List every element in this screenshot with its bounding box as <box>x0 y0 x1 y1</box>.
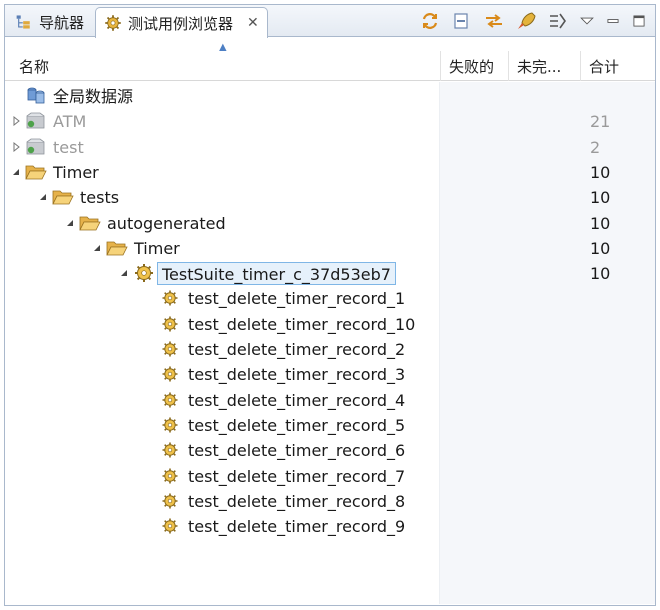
test-case-browser-view: 导航器 测试用例浏览器 ✕ ▲ 名称 失败的 未完... 合计 全局数据源 AT… <box>4 4 656 606</box>
tree-row[interactable]: 全局数据源 <box>5 84 655 109</box>
collapsed-twisty-icon[interactable] <box>11 116 21 127</box>
total-cell: 10 <box>590 238 611 258</box>
column-header-unfinished[interactable]: 未完... <box>508 51 580 81</box>
folder-open-icon <box>52 190 74 205</box>
tree-item-label: test_delete_timer_record_5 <box>188 415 406 435</box>
test-case-gear-icon <box>162 518 178 534</box>
tree-item-label: test_delete_timer_record_10 <box>188 314 416 334</box>
refresh-icon[interactable] <box>419 10 441 32</box>
tree-item-label: autogenerated <box>107 213 226 233</box>
test-case-tree: 全局数据源 ATM 21 test 2 Timer 10 tests 10 autogenerat… <box>5 82 655 604</box>
tree-row[interactable]: test_delete_timer_record_9 <box>5 514 655 539</box>
tree-item-label: Timer <box>53 162 99 182</box>
tree-item-label: ATM <box>53 112 87 132</box>
total-cell: 10 <box>590 188 611 208</box>
rocket-icon[interactable] <box>515 10 537 32</box>
navigator-tree-icon <box>16 15 30 29</box>
filter-icon[interactable] <box>547 10 569 32</box>
tree-row[interactable]: test_delete_timer_record_7 <box>5 464 655 489</box>
column-header-name-label: 名称 <box>19 57 50 76</box>
test-case-gear-icon <box>162 442 178 458</box>
tree-row[interactable]: TestSuite_timer_c_37d53eb7 10 <box>5 261 655 286</box>
test-case-gear-icon <box>162 417 178 433</box>
tree-item-label: test_delete_timer_record_4 <box>188 390 406 410</box>
test-case-gear-icon <box>162 366 178 382</box>
total-cell: 10 <box>590 162 611 182</box>
test-case-gear-icon <box>162 493 178 509</box>
tree-item-label: test <box>53 137 84 157</box>
column-header-failed-label: 失败的 <box>449 57 495 76</box>
project-icon <box>26 112 45 129</box>
test-case-gear-icon <box>162 290 178 306</box>
test-case-gear-icon <box>162 468 178 483</box>
view-toolbar <box>419 9 647 33</box>
tab-test-case-browser-label: 测试用例浏览器 <box>128 14 234 33</box>
link-editor-icon[interactable] <box>483 10 505 32</box>
total-cell: 10 <box>590 264 611 284</box>
column-header-total[interactable]: 合计 <box>580 51 655 81</box>
tree-row[interactable]: test_delete_timer_record_6 <box>5 438 655 463</box>
column-header-failed[interactable]: 失败的 <box>440 51 508 81</box>
tree-item-label: test_delete_timer_record_9 <box>188 517 406 537</box>
folder-open-icon <box>79 216 101 230</box>
tree-table-header: 名称 失败的 未完... 合计 <box>5 51 655 81</box>
expanded-twisty-icon[interactable] <box>65 218 75 228</box>
tree-row[interactable]: test_delete_timer_record_10 <box>5 312 655 337</box>
total-cell: 21 <box>590 112 611 132</box>
tree-item-label: 全局数据源 <box>53 87 134 106</box>
tree-row[interactable]: Timer 10 <box>5 236 655 261</box>
data-source-icon <box>27 87 45 104</box>
tree-item-label: Timer <box>134 238 180 258</box>
tree-item-label: test_delete_timer_record_2 <box>188 340 406 359</box>
total-cell: 10 <box>590 213 611 233</box>
tree-row[interactable]: test_delete_timer_record_8 <box>5 489 655 514</box>
test-suite-gear-icon <box>135 264 153 283</box>
tree-item-label: test_delete_timer_record_7 <box>188 466 406 486</box>
tree-row[interactable]: test_delete_timer_record_5 <box>5 413 655 438</box>
tree-row[interactable]: autogenerated 10 <box>5 211 655 236</box>
column-header-total-label: 合计 <box>589 57 620 76</box>
tree-row[interactable]: test_delete_timer_record_3 <box>5 362 655 387</box>
tree-item-label: TestSuite_timer_c_37d53eb7 <box>157 262 396 286</box>
expanded-twisty-icon[interactable] <box>119 268 129 278</box>
minimize-icon[interactable] <box>605 10 621 32</box>
view-tab-bar: 导航器 测试用例浏览器 ✕ <box>5 5 655 38</box>
tree-item-label: test_delete_timer_record_3 <box>188 365 406 385</box>
tree-row[interactable]: test 2 <box>5 135 655 160</box>
tree-item-label: tests <box>80 188 120 208</box>
tree-item-label: test_delete_timer_record_6 <box>188 441 406 461</box>
tree-row[interactable]: Timer 10 <box>5 160 655 185</box>
folder-open-icon <box>25 165 47 180</box>
gear-icon <box>105 15 121 31</box>
collapsed-twisty-icon[interactable] <box>11 141 21 152</box>
tree-row[interactable]: tests 10 <box>5 185 655 210</box>
tree-item-label: test_delete_timer_record_1 <box>188 289 406 309</box>
tab-navigator-label: 导航器 <box>39 13 85 32</box>
close-icon[interactable]: ✕ <box>247 15 259 31</box>
tree-row[interactable]: test_delete_timer_record_2 <box>5 337 655 362</box>
view-menu-icon[interactable] <box>579 10 595 32</box>
maximize-icon[interactable] <box>631 10 647 32</box>
tree-item-label: test_delete_timer_record_8 <box>188 491 406 511</box>
tree-row[interactable]: test_delete_timer_record_4 <box>5 388 655 413</box>
total-cell: 2 <box>590 137 601 157</box>
column-header-unfinished-label: 未完... <box>517 57 562 76</box>
test-case-gear-icon <box>162 316 178 332</box>
expanded-twisty-icon[interactable] <box>11 167 21 177</box>
collapse-all-icon[interactable] <box>451 10 473 32</box>
test-case-gear-icon <box>162 341 178 357</box>
folder-open-icon <box>106 241 128 256</box>
expanded-twisty-icon[interactable] <box>92 243 102 253</box>
tab-navigator[interactable]: 导航器 <box>7 7 92 37</box>
project-icon <box>26 138 45 154</box>
tab-test-case-browser[interactable]: 测试用例浏览器 ✕ <box>95 7 268 38</box>
tree-row[interactable]: test_delete_timer_record_1 <box>5 286 655 311</box>
test-case-gear-icon <box>162 392 178 408</box>
expanded-twisty-icon[interactable] <box>38 192 48 202</box>
column-header-name[interactable]: 名称 <box>11 51 439 81</box>
tree-row[interactable]: ATM 21 <box>5 109 655 134</box>
